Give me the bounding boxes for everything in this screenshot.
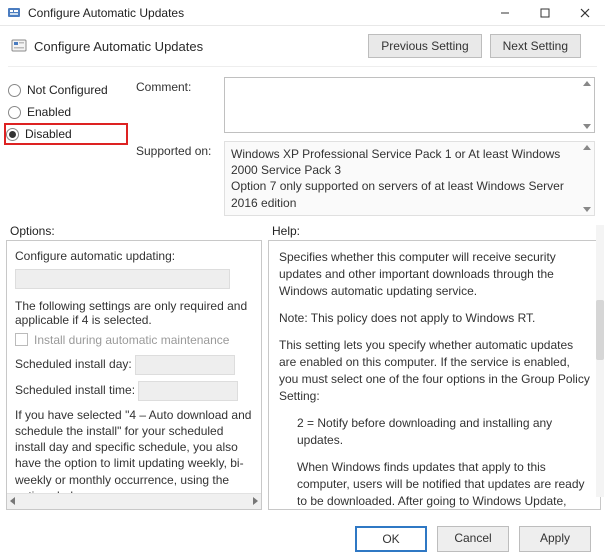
options-note: The following settings are only required… (15, 299, 255, 327)
radio-icon (8, 84, 21, 97)
apply-button[interactable]: Apply (519, 526, 591, 552)
supported-label: Supported on: (136, 141, 216, 158)
comment-textarea[interactable] (224, 77, 595, 133)
scroll-up-icon[interactable] (583, 81, 591, 86)
scroll-right-icon[interactable] (253, 497, 258, 505)
supported-line: Windows XP Professional Service Pack 1 o… (231, 146, 588, 178)
close-button[interactable] (565, 0, 605, 26)
help-text: Specifies whether this computer will rec… (279, 249, 590, 300)
policy-icon (10, 37, 28, 55)
maximize-button[interactable] (525, 0, 565, 26)
options-paragraph: If you have selected "4 – Auto download … (15, 407, 255, 504)
help-vertical-scrollbar-track[interactable] (596, 225, 604, 497)
minimize-button[interactable] (485, 0, 525, 26)
cancel-button[interactable]: Cancel (437, 526, 509, 552)
checkbox-label: Install during automatic maintenance (34, 333, 229, 347)
help-text: This setting lets you specify whether au… (279, 337, 590, 405)
radio-enabled[interactable]: Enabled (6, 101, 126, 123)
checkbox-icon (15, 333, 28, 346)
scroll-up-icon[interactable] (583, 145, 591, 150)
comment-label: Comment: (136, 77, 216, 94)
radio-label: Enabled (27, 105, 71, 119)
help-text: Note: This policy does not apply to Wind… (279, 310, 590, 327)
scroll-down-icon[interactable] (583, 124, 591, 129)
app-icon (6, 5, 22, 21)
supported-line: Option 7 only supported on servers of at… (231, 178, 588, 210)
ok-button[interactable]: OK (355, 526, 427, 552)
options-header: Options: (10, 224, 272, 238)
sched-day-dropdown[interactable] (135, 355, 235, 375)
options-horizontal-scrollbar[interactable] (7, 493, 261, 509)
help-pane[interactable]: Specifies whether this computer will rec… (268, 240, 601, 510)
sched-time-label: Scheduled install time: (15, 383, 135, 397)
page-title: Configure Automatic Updates (34, 39, 368, 54)
radio-icon (8, 106, 21, 119)
help-text: 2 = Notify before downloading and instal… (279, 415, 590, 449)
help-vertical-scrollbar-thumb[interactable] (596, 300, 604, 360)
settings-upper: Not Configured Enabled Disabled Comment:… (0, 71, 605, 218)
configure-label: Configure automatic updating: (15, 249, 255, 263)
titlebar: Configure Automatic Updates (0, 0, 605, 26)
supported-on-box: Windows XP Professional Service Pack 1 o… (224, 141, 595, 216)
panes: Configure automatic updating: The follow… (0, 240, 605, 510)
radio-label: Disabled (25, 127, 72, 141)
radio-not-configured[interactable]: Not Configured (6, 79, 126, 101)
install-maintenance-checkbox[interactable]: Install during automatic maintenance (15, 333, 255, 347)
pane-headers: Options: Help: (0, 218, 605, 240)
radio-disabled[interactable]: Disabled (4, 123, 128, 145)
scroll-down-icon[interactable] (583, 207, 591, 212)
radio-icon (6, 128, 19, 141)
configure-dropdown[interactable] (15, 269, 230, 289)
next-setting-button[interactable]: Next Setting (490, 34, 581, 58)
help-header: Help: (272, 224, 300, 238)
previous-setting-button[interactable]: Previous Setting (368, 34, 481, 58)
footer-buttons: OK Cancel Apply (0, 518, 605, 558)
radio-label: Not Configured (27, 83, 108, 97)
scroll-left-icon[interactable] (10, 497, 15, 505)
header: Configure Automatic Updates Previous Set… (0, 26, 605, 62)
state-radios: Not Configured Enabled Disabled (6, 77, 126, 216)
sched-day-label: Scheduled install day: (15, 357, 132, 371)
help-text: When Windows finds updates that apply to… (279, 459, 590, 510)
sched-time-dropdown[interactable] (138, 381, 238, 401)
window-buttons (485, 0, 605, 25)
window-title: Configure Automatic Updates (28, 6, 485, 20)
options-pane: Configure automatic updating: The follow… (6, 240, 262, 510)
